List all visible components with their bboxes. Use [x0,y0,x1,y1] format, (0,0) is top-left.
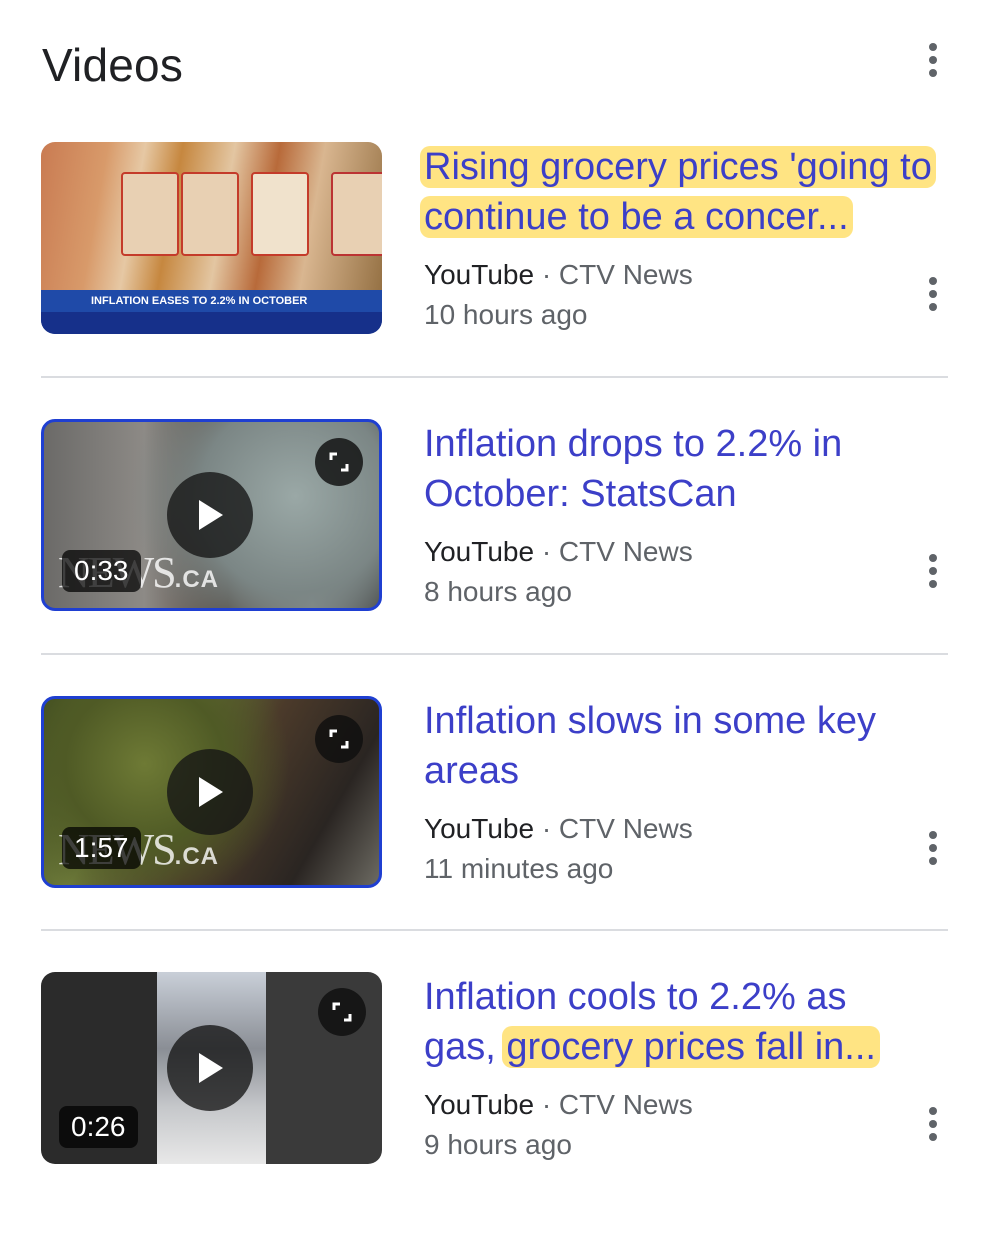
thumbnail-headline: INFLATION EASES TO 2.2% IN OCTOBER [41,290,382,312]
source-site: YouTube [424,259,535,290]
video-title[interactable]: Rising grocery prices 'going to continue… [420,142,964,242]
section-title: Videos [42,39,184,91]
upload-time: 8 hours ago [424,576,572,607]
video-thumbnail[interactable]: 0:26 [41,972,382,1164]
video-duration: 0:33 [62,550,141,592]
more-vert-icon[interactable] [918,1102,948,1146]
highlighted-text: grocery prices fall in... [502,1026,880,1068]
play-icon[interactable] [166,749,253,835]
video-source: YouTube · CTV News [424,259,693,290]
video-thumbnail[interactable]: NEWS.CA 1:57 [41,696,382,888]
video-source: YouTube · CTV News [424,536,693,567]
upload-time: 11 minutes ago [424,853,614,884]
video-title[interactable]: Inflation drops to 2.2% in October: Stat… [424,419,964,519]
highlighted-text: Rising grocery prices 'going to continue… [420,146,936,238]
source-site: YouTube [424,813,535,844]
play-icon[interactable] [166,472,253,558]
divider [41,653,948,655]
video-source: YouTube · CTV News [424,1089,693,1120]
expand-icon[interactable] [315,715,363,763]
divider [41,376,948,378]
more-vert-icon[interactable] [918,38,948,82]
video-thumbnail[interactable]: NEWS.CA 0:33 [41,419,382,611]
more-vert-icon[interactable] [918,549,948,593]
channel-name: CTV News [558,259,693,290]
video-result[interactable]: 0:26 Inflation cools to 2.2% as gas, groc… [0,972,989,1248]
play-icon[interactable] [166,1025,253,1111]
video-duration: 1:57 [62,827,141,869]
more-vert-icon[interactable] [918,826,948,870]
channel-name: CTV News [558,1089,693,1120]
expand-icon[interactable] [315,438,363,486]
channel-name: CTV News [558,813,693,844]
video-source: YouTube · CTV News [424,813,693,844]
expand-icon[interactable] [318,988,366,1036]
source-site: YouTube [424,1089,535,1120]
divider [41,929,948,931]
video-title[interactable]: Inflation slows in some key areas [424,696,964,796]
upload-time: 10 hours ago [424,299,588,330]
video-thumbnail[interactable]: INFLATION EASES TO 2.2% IN OCTOBER [41,142,382,334]
channel-name: CTV News [558,536,693,567]
video-duration: 0:26 [59,1106,138,1148]
video-title[interactable]: Inflation cools to 2.2% as gas, grocery p… [424,972,964,1072]
source-site: YouTube [424,536,535,567]
upload-time: 9 hours ago [424,1129,572,1160]
more-vert-icon[interactable] [918,272,948,316]
